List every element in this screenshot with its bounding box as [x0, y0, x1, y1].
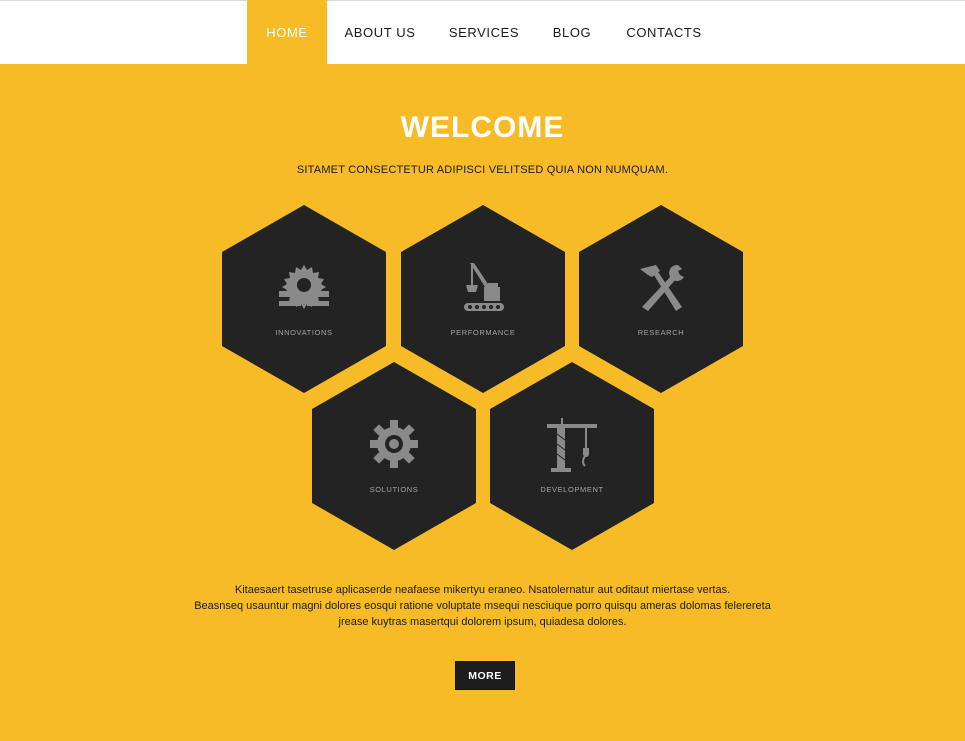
tower-crane-icon [547, 418, 597, 472]
more-button[interactable]: MORE [455, 661, 515, 690]
feature-hex-development[interactable]: DEVELOPMENT [490, 362, 654, 550]
intro-paragraph: Kitaesaert tasetruse aplicaserde neafaes… [190, 582, 775, 630]
nav-item-about-us[interactable]: ABOUT US [332, 0, 428, 64]
intro-line: Kitaesaert tasetruse aplicaserde neafaes… [234, 584, 731, 596]
page: HOME ABOUT US SERVICES BLOG CONTACTS WEL… [0, 0, 965, 741]
feature-label: INNOVATIONS [275, 328, 333, 337]
feature-label: DEVELOPMENT [540, 485, 604, 494]
nav-item-services[interactable]: SERVICES [440, 0, 528, 64]
feature-label: PERFORMANCE [450, 328, 516, 337]
nav-item-contacts[interactable]: CONTACTS [614, 0, 714, 64]
hero-title: WELCOME [400, 111, 565, 144]
nav-item-blog[interactable]: BLOG [542, 0, 602, 64]
feature-label: RESEARCH [637, 328, 685, 337]
top-navigation: HOME ABOUT US SERVICES BLOG CONTACTS [0, 0, 965, 64]
intro-line: jrease kuytras masertqui dolorem ipsum, … [338, 616, 627, 628]
hero-subtitle: SITAMET CONSECTETUR ADIPISCI VELITSED QU… [296, 164, 669, 176]
nav-item-home[interactable]: HOME [247, 0, 327, 64]
excavator-crane-icon [464, 263, 504, 311]
feature-label: SOLUTIONS [369, 485, 419, 494]
gear-icon [370, 420, 418, 468]
hammer-wrench-icon [640, 264, 684, 311]
saw-blade-icon [279, 265, 329, 309]
hero-section: WELCOME SITAMET CONSECTETUR ADIPISCI VEL… [0, 64, 965, 741]
intro-line: Beasnseq usauntur magni dolores eosqui r… [194, 600, 771, 612]
feature-hex-solutions[interactable]: SOLUTIONS [312, 362, 476, 550]
